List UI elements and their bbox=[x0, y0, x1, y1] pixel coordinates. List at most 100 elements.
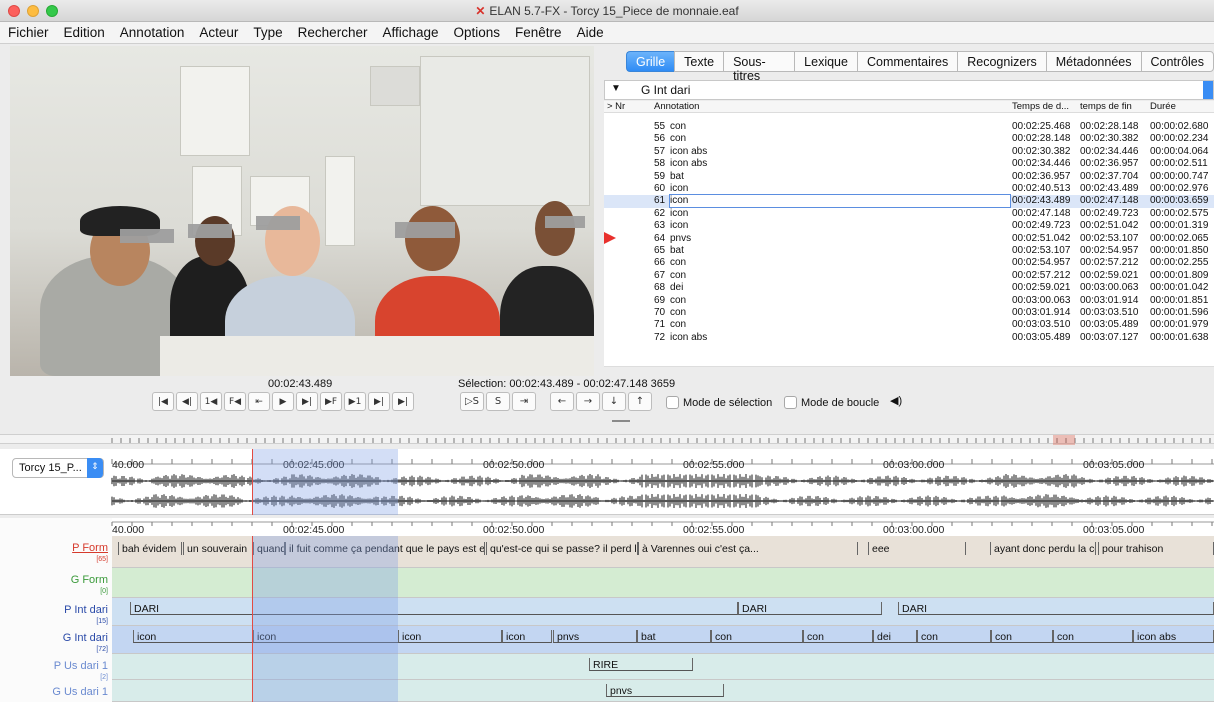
annotation[interactable]: icon bbox=[502, 630, 552, 643]
grid-row[interactable]: 63 icon 00:02:49.723 00:02:51.042 00:00:01.3… bbox=[604, 220, 1214, 233]
menu-edition[interactable]: Edition bbox=[56, 22, 112, 40]
down-arrow-button[interactable]: ↓ bbox=[602, 392, 626, 411]
annotation[interactable]: icon abs bbox=[1133, 630, 1214, 643]
next-pixel-button[interactable]: ▶1 bbox=[344, 392, 366, 411]
annotation[interactable]: bat bbox=[637, 630, 711, 643]
col-duration-header[interactable]: Durée bbox=[1150, 101, 1176, 112]
grid-row[interactable]: 59 bat 00:02:36.957 00:02:37.704 00:00:00.74… bbox=[604, 171, 1214, 184]
left-arrow-button[interactable]: ← bbox=[550, 392, 574, 411]
annotation[interactable]: à Varennes oui c'est ça... bbox=[638, 542, 858, 555]
tab-metadonnees[interactable]: Métadonnées bbox=[1045, 51, 1141, 72]
play-selection-button[interactable]: ▷S bbox=[460, 392, 484, 411]
grid-row[interactable]: 72 icon abs 00:03:05.489 00:03:07.127 00:00:… bbox=[604, 332, 1214, 345]
annotation[interactable]: con bbox=[917, 630, 991, 643]
annotation[interactable]: DARI bbox=[738, 602, 882, 615]
annotation[interactable]: dei bbox=[873, 630, 917, 643]
col-annotation-header[interactable]: Annotation bbox=[654, 101, 699, 112]
col-start-header[interactable]: Temps de d... bbox=[1012, 101, 1069, 112]
annotation[interactable]: con bbox=[803, 630, 873, 643]
next-scroll-button[interactable]: ▶| bbox=[296, 392, 318, 411]
time-overview-ruler[interactable] bbox=[0, 434, 1214, 445]
tab-commentaires[interactable]: Commentaires bbox=[856, 51, 958, 72]
annotation[interactable]: con bbox=[1053, 630, 1133, 643]
video-player[interactable] bbox=[10, 46, 594, 376]
previous-pixel-button[interactable]: 1◀ bbox=[200, 392, 222, 411]
grid-row[interactable]: 64 pnvs 00:02:51.042 00:02:53.107 00:00:02.0… bbox=[604, 233, 1214, 246]
annotation[interactable]: DARI bbox=[130, 602, 738, 615]
chevron-updown-icon[interactable]: ⇕ bbox=[87, 458, 103, 478]
play-button[interactable]: ▶ bbox=[272, 392, 294, 411]
annotation[interactable]: DARI bbox=[898, 602, 1214, 615]
grid-row[interactable]: 69 con 00:03:00.063 00:03:01.914 00:00:01.85… bbox=[604, 295, 1214, 308]
tier-name-4[interactable]: P Us dari 1 [2] bbox=[0, 660, 108, 684]
grid-row[interactable]: 66 con 00:02:54.957 00:02:57.212 00:00:02.25… bbox=[604, 257, 1214, 270]
media-track-select[interactable]: Torcy 15_P... ⇕ bbox=[12, 458, 104, 478]
tab-recognizers[interactable]: Recognizers bbox=[957, 51, 1046, 72]
waveform-panel[interactable] bbox=[0, 449, 1214, 515]
go-to-begin-button[interactable]: |◀ bbox=[152, 392, 174, 411]
mode-boucle-checkbox[interactable]: Mode de boucle bbox=[784, 396, 879, 409]
grid-row[interactable]: 60 icon 00:02:40.513 00:02:43.489 00:00:02.9… bbox=[604, 183, 1214, 196]
grid-row[interactable]: 67 con 00:02:57.212 00:02:59.021 00:00:01.80… bbox=[604, 270, 1214, 283]
selection-boundary-button[interactable]: ⇥ bbox=[512, 392, 536, 411]
menu-annotation[interactable]: Annotation bbox=[112, 22, 192, 40]
previous-frame-button[interactable]: F◀ bbox=[224, 392, 246, 411]
menu-fichier[interactable]: Fichier bbox=[0, 22, 56, 40]
grid-row[interactable]: 68 dei 00:02:59.021 00:03:00.063 00:00:01.04… bbox=[604, 282, 1214, 295]
grid-row[interactable]: 55 con 00:02:25.468 00:02:28.148 00:00:02.68… bbox=[604, 121, 1214, 134]
next-second-button[interactable]: ▶| bbox=[368, 392, 390, 411]
menu-type[interactable]: Type bbox=[245, 22, 289, 40]
previous-scroll-button[interactable]: ⇤ bbox=[248, 392, 270, 411]
grid-tier-selector[interactable]: ▼ G Int dari bbox=[604, 80, 1214, 100]
tier-name-3[interactable]: G Int dari [72] bbox=[0, 632, 108, 656]
tab-grille[interactable]: Grille bbox=[626, 51, 675, 72]
grid-row[interactable]: 62 icon 00:02:47.148 00:02:49.723 00:00:02.5… bbox=[604, 208, 1214, 221]
annotation[interactable]: pour trahison bbox=[1098, 542, 1214, 555]
menu-options[interactable]: Options bbox=[446, 22, 508, 40]
clear-selection-button[interactable]: S bbox=[486, 392, 510, 411]
annotation[interactable]: icon bbox=[398, 630, 502, 643]
grid-row[interactable]: 57 icon abs 00:02:30.382 00:02:34.446 00:00:… bbox=[604, 146, 1214, 159]
annotation[interactable]: pnvs bbox=[606, 684, 724, 697]
up-arrow-button[interactable]: ↑ bbox=[628, 392, 652, 411]
tab-texte[interactable]: Texte bbox=[674, 51, 724, 72]
tier-name-0[interactable]: P Form [65] bbox=[0, 542, 108, 566]
next-frame-button[interactable]: ▶F bbox=[320, 392, 342, 411]
grid-row[interactable]: 61 icon 00:02:43.489 00:02:47.148 00:00:03.6… bbox=[604, 194, 1214, 209]
annotation[interactable]: qu'est-ce qui se passe? il perd le bbox=[486, 542, 638, 555]
volume-icon[interactable]: ◀) bbox=[890, 394, 902, 407]
menu-rechercher[interactable]: Rechercher bbox=[290, 22, 375, 40]
tier-dropdown-icon[interactable]: ▼ bbox=[611, 83, 621, 94]
annotation[interactable]: pnvs bbox=[553, 630, 637, 643]
menu-fenetre[interactable]: Fenêtre bbox=[507, 22, 569, 40]
menu-affichage[interactable]: Affichage bbox=[374, 22, 445, 40]
tab-controles[interactable]: Contrôles bbox=[1140, 51, 1214, 72]
annotation[interactable]: con bbox=[991, 630, 1053, 643]
grid-row[interactable]: 71 con 00:03:03.510 00:03:05.489 00:00:01.97… bbox=[604, 319, 1214, 332]
tier-name-2[interactable]: P Int dari [15] bbox=[0, 604, 108, 628]
tab-lexique[interactable]: Lexique bbox=[794, 51, 857, 72]
previous-second-button[interactable]: ◀| bbox=[176, 392, 198, 411]
annotation[interactable]: eee bbox=[868, 542, 966, 555]
grid-row[interactable]: 56 con 00:02:28.148 00:02:30.382 00:00:02.23… bbox=[604, 133, 1214, 146]
annotation[interactable]: un souverain bbox=[183, 542, 253, 555]
annotation[interactable]: con bbox=[711, 630, 803, 643]
tier-selector-button[interactable] bbox=[1203, 81, 1213, 99]
menu-aide[interactable]: Aide bbox=[569, 22, 611, 40]
annotation[interactable]: ayant donc perdu la confiance du bbox=[990, 542, 1096, 555]
panel-splitter[interactable] bbox=[0, 420, 1214, 434]
annotation[interactable]: RIRE bbox=[589, 658, 693, 671]
tier-name-1[interactable]: G Form [0] bbox=[0, 574, 108, 598]
grid-row[interactable]: 70 con 00:03:01.914 00:03:03.510 00:00:01.59… bbox=[604, 307, 1214, 320]
grid-row[interactable]: 65 bat 00:02:53.107 00:02:54.957 00:00:01.85… bbox=[604, 245, 1214, 258]
col-end-header[interactable]: temps de fin bbox=[1080, 101, 1132, 112]
col-nr-header[interactable]: > Nr bbox=[607, 101, 625, 112]
right-arrow-button[interactable]: → bbox=[576, 392, 600, 411]
annotation[interactable]: bah évidem bbox=[118, 542, 182, 555]
annotation[interactable]: icon bbox=[133, 630, 253, 643]
menu-acteur[interactable]: Acteur bbox=[191, 22, 245, 40]
mode-selection-checkbox[interactable]: Mode de sélection bbox=[666, 396, 772, 409]
tab-sous-titres[interactable]: Sous-titres bbox=[723, 51, 795, 83]
grid-row[interactable]: 58 icon abs 00:02:34.446 00:02:36.957 00:00:… bbox=[604, 158, 1214, 171]
tier-name-5[interactable]: G Us dari 1 bbox=[0, 686, 108, 698]
